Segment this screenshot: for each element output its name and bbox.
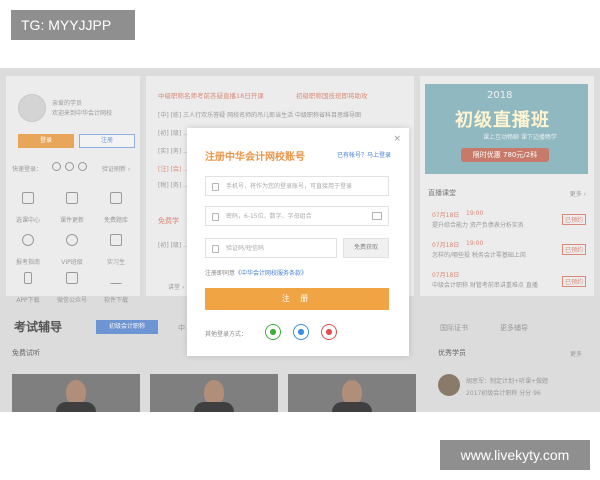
qrcode-icon (66, 272, 78, 284)
teacher-photo[interactable] (12, 374, 140, 412)
live-tag[interactable]: 已预约 (562, 214, 587, 225)
free-label: 免费学 (158, 217, 179, 225)
teacher-photo[interactable] (288, 374, 416, 412)
weibo-icon[interactable]: ● (321, 324, 337, 340)
document-icon (66, 192, 78, 204)
student-avatar (438, 374, 460, 396)
megaphone-icon (22, 234, 34, 246)
grid-item-course[interactable]: 选课中心 (8, 192, 48, 226)
live-tag[interactable]: 已预约 (562, 244, 587, 255)
excellent-label: 优秀学员 (438, 349, 466, 357)
login-link[interactable]: 已有帐号？马上登录 (337, 150, 391, 159)
grid-item-update[interactable]: 课件更新 (52, 192, 92, 226)
banner-title: 初级直播班 (455, 110, 550, 131)
other-login-label: 其他登录方式： (205, 331, 248, 338)
exam-badge[interactable]: 初级会计职称 (96, 320, 158, 334)
welcome-line1: 亲爱的学员 (52, 100, 83, 107)
live-date: 07月18日 (432, 212, 460, 219)
register-button[interactable]: 注册 (79, 134, 135, 148)
tab-more[interactable]: 更多辅导 (500, 323, 528, 333)
banner-subtitle: 课上互动畅聊 课下边播畅学 (483, 134, 557, 141)
excellent-more[interactable]: 更多 (570, 349, 582, 358)
banner-price: 限时优惠 780元/2科 (461, 148, 549, 162)
password-input[interactable] (226, 207, 376, 225)
headline-2[interactable]: 初级职称国技班即将助攻 (296, 90, 368, 100)
terms-link[interactable]: 《中华会计网校服务条款》 (235, 270, 307, 277)
close-icon[interactable]: × (393, 134, 401, 144)
qq-icon[interactable]: ● (293, 324, 309, 340)
agree-prefix: 注册即同意 (205, 270, 236, 277)
right-panel: 2018 初级直播班 课上互动畅聊 课下边播畅学 限时优惠 780元/2科 直播… (420, 76, 594, 296)
modal-title: 注册中华会计网校账号 (205, 152, 305, 163)
grid-item-wechat[interactable]: 微信公众号 (52, 272, 92, 306)
more-link[interactable]: 讲堂 › (168, 282, 184, 291)
agreement: 注册即同意《中华会计网校服务条款》 (205, 268, 307, 277)
register-submit-button[interactable]: 注 册 (205, 288, 389, 310)
quick-login-label: 快速登录： (12, 166, 43, 173)
password-field[interactable] (205, 206, 389, 226)
wechat-icon[interactable]: ● (265, 324, 281, 340)
background-page: 亲爱的学员 欢迎来到中华会计网校 登录 注册 快速登录： 验证刷新 › 选课中心… (0, 68, 600, 412)
refresh-link[interactable]: 验证刷新 › (102, 164, 130, 173)
tab-mid[interactable]: 中 (178, 323, 185, 333)
code-icon (212, 245, 219, 253)
headline-1[interactable]: 中级职称名师考前答疑直播18日开课 (158, 90, 264, 100)
banner-year: 2018 (487, 90, 513, 101)
keyboard-icon[interactable] (372, 212, 382, 220)
teacher-photo[interactable] (150, 374, 278, 412)
register-modal: × 注册中华会计网校账号 已有帐号？马上登录 免费获取 注册即同意《中华会计网校… (187, 128, 409, 356)
grid-item-software[interactable]: 软件下载 (96, 272, 136, 306)
grid-item-vip[interactable]: VIP班级 (52, 234, 92, 268)
live-item[interactable]: 提升综合能力 资产负债表分析实务 (432, 220, 542, 229)
avatar-icon (18, 94, 46, 122)
list-icon (110, 192, 122, 204)
live-date: 07月18日 (432, 242, 460, 249)
monitor-icon (22, 192, 34, 204)
live-banner[interactable]: 2018 初级直播班 课上互动畅聊 课下边播畅学 限时优惠 780元/2科 (425, 84, 588, 174)
live-item[interactable]: 怎样的/哪些投 税务会计零基础上岗 (432, 250, 542, 259)
section-title: 考试辅导 (14, 320, 63, 334)
get-code-button[interactable]: 免费获取 (343, 238, 389, 258)
login-button[interactable]: 登录 (18, 134, 74, 148)
watermark-bottom: www.livekyty.com (440, 440, 590, 470)
welcome-line2: 欢迎来到中华会计网校 (52, 110, 113, 117)
code-field[interactable] (205, 238, 337, 258)
download-icon (110, 272, 122, 284)
phone-input[interactable] (226, 177, 376, 195)
wechat-login-icon[interactable] (65, 162, 74, 171)
grid-item-questions[interactable]: 免费题库 (96, 192, 136, 226)
news-line[interactable]: [中] [练] 三人行欢乐答疑 网校名师的吊儿郎当生活 中级职称省科目思维导图 (158, 110, 408, 119)
watermark-top: TG: MYYJJPP (11, 10, 135, 40)
student-sub: 2017初级会计职称 分分 96 (466, 390, 541, 397)
qq-login-icon[interactable] (52, 162, 61, 171)
weibo-login-icon[interactable] (78, 162, 87, 171)
live-more[interactable]: 更多 › (570, 189, 586, 198)
lock-icon (212, 213, 219, 221)
live-tag[interactable]: 已预约 (562, 276, 587, 287)
user-panel: 亲爱的学员 欢迎来到中华会计网校 登录 注册 快速登录： 验证刷新 › 选课中心… (6, 76, 140, 304)
live-title: 直播课堂 (428, 189, 456, 197)
grid-item-guide[interactable]: 报考指南 (8, 234, 48, 268)
live-item[interactable]: 中级会计职称 财管考前串讲重难点 直播 (432, 280, 542, 289)
live-time: 19:00 (466, 210, 484, 217)
grid-item-intern[interactable]: 实习生 (96, 234, 136, 268)
vip-icon (66, 234, 78, 246)
grid-item-app[interactable]: APP下载 (8, 272, 48, 306)
phone-icon (212, 183, 219, 191)
live-date: 07月18日 (432, 272, 460, 279)
live-time: 19:00 (466, 240, 484, 247)
student-name[interactable]: 胡思军：制定计划+听课+做题 (466, 376, 548, 385)
code-input[interactable] (226, 239, 332, 257)
phone-icon (24, 272, 32, 284)
phone-field[interactable] (205, 176, 389, 196)
free-trial-label: 免费试听 (12, 349, 40, 357)
graduation-icon (110, 234, 122, 246)
tab-intl[interactable]: 国际证书 (440, 323, 468, 333)
